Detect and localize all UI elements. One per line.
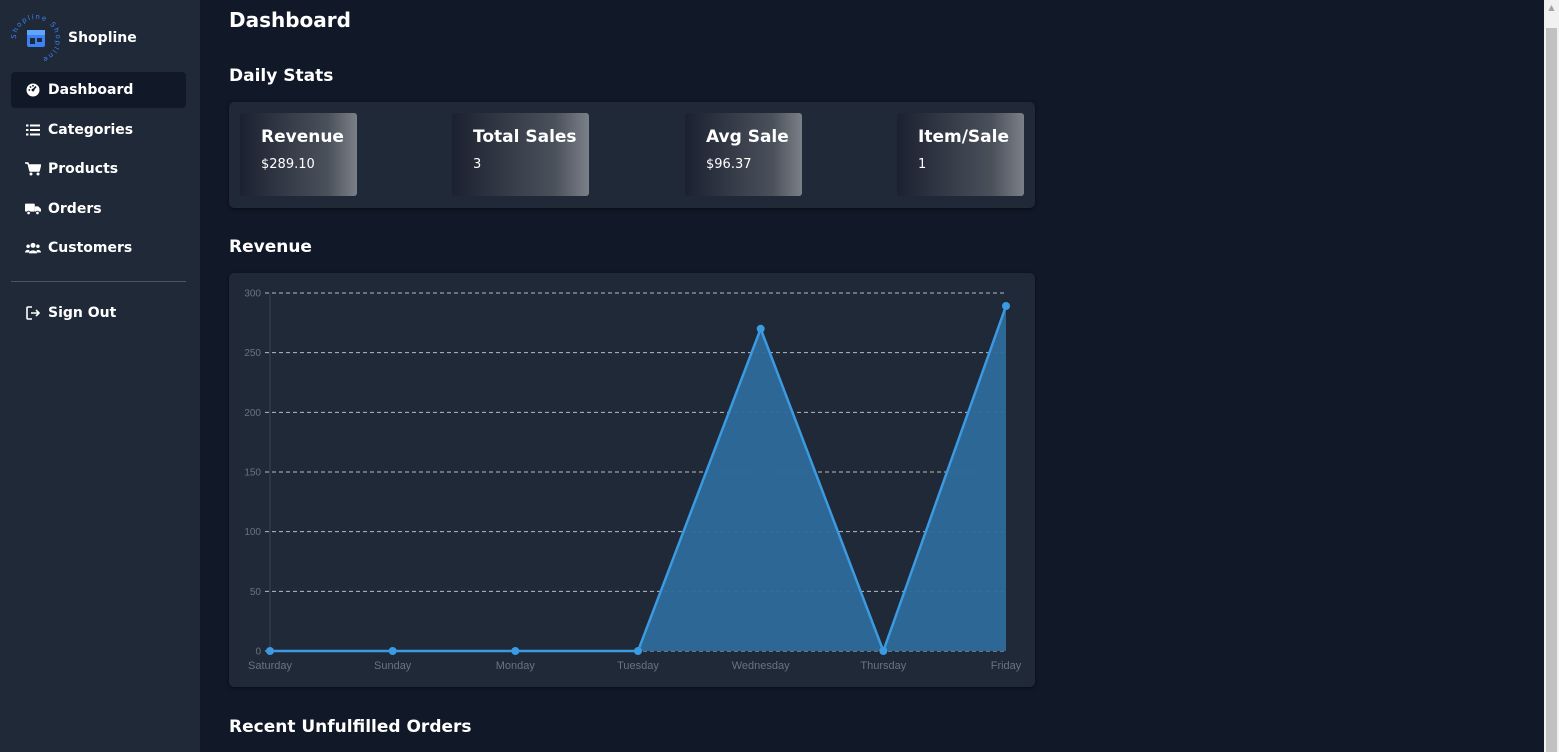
y-tick-label: 300 [244,289,261,300]
data-point-monday [511,647,520,655]
sidebar-item-label: Customers [48,240,133,256]
shop-logo-icon: Shopline Shopline [10,13,62,65]
recent-orders-title: Recent Unfulfilled Orders [229,717,472,737]
sidebar-item-categories[interactable]: Categories [11,112,186,148]
daily-stats-title: Daily Stats [229,66,334,86]
users-icon [25,240,41,256]
data-point-thursday [879,647,888,655]
y-tick-label: 100 [244,527,261,538]
y-tick-label: 0 [255,647,261,658]
sidebar-item-label: Dashboard [48,82,134,98]
sidebar-item-customers[interactable]: Customers [11,230,186,266]
sidebar-item-products[interactable]: Products [11,151,186,187]
y-tick-label: 150 [244,468,261,479]
x-tick-label: Thursday [860,660,906,672]
y-tick-label: 50 [250,587,262,598]
revenue-chart-panel: 0 50 100 150 200 250 300 Saturday Sunday Monday Tu… [229,273,1035,687]
revenue-chart: 0 50 100 150 200 250 300 Saturday Sunday Monday Tu… [244,289,1022,673]
page-title: Dashboard [229,8,351,32]
x-tick-label: Monday [496,660,536,672]
stat-label: Avg Sale [706,127,789,147]
stat-value: 3 [473,157,482,172]
data-point-wednesday [756,324,765,333]
x-tick-label: Sunday [374,660,412,672]
sidebar-item-label: Orders [48,200,102,217]
scrollbar-thumb[interactable] [1546,28,1557,752]
brand[interactable]: Shopline Shopline Shopline [10,13,137,65]
sidebar-item-dashboard[interactable]: Dashboard [11,72,186,108]
stat-label: Total Sales [473,127,577,147]
x-tick-label: Tuesday [617,660,659,672]
sidebar-item-label: Categories [48,121,134,138]
y-tick-label: 200 [244,408,261,419]
data-point-tuesday [634,647,642,655]
y-tick-label: 250 [244,348,261,359]
x-tick-label: Saturday [248,660,293,672]
data-point-friday [1002,302,1010,311]
stat-value: $96.37 [706,157,752,172]
sign-out-icon [25,305,41,321]
stat-value: 1 [918,157,927,172]
stat-card-item-sale: Item/Sale 1 [897,113,1024,196]
data-point-sunday [388,647,397,655]
stat-card-total-sales: Total Sales 3 [452,113,589,196]
list-icon [25,122,41,138]
stat-card-avg-sale: Avg Sale $96.37 [685,113,802,196]
sidebar-divider [11,281,186,282]
scroll-up-icon[interactable]: ▲ [1544,0,1559,15]
sidebar-item-orders[interactable]: Orders [11,191,186,227]
revenue-line [270,305,1008,653]
sign-out-button[interactable]: Sign Out [11,295,186,331]
app: Shopline Shopline Shopline Dashboard Cat… [0,0,1559,752]
signout-wrapper: Sign Out [11,295,186,335]
brand-name: Shopline [68,30,137,46]
gauge-icon [25,82,41,98]
sidebar-nav: Dashboard Categories Products Orders Cus… [11,72,186,270]
stat-label: Item/Sale [918,127,1009,147]
revenue-area [270,306,1006,651]
cart-icon [25,161,41,177]
x-tick-label: Wednesday [732,660,790,672]
data-point-saturday [266,647,274,655]
stat-label: Revenue [261,127,344,147]
x-tick-label: Friday [991,660,1022,672]
stat-card-revenue: Revenue $289.10 [240,113,357,196]
sign-out-label: Sign Out [48,305,117,321]
stat-value: $289.10 [261,157,315,172]
sidebar-item-label: Products [48,161,119,177]
sidebar: Shopline Shopline Shopline Dashboard Cat… [0,0,200,752]
page-scrollbar[interactable]: ▲ [1544,0,1559,752]
revenue-title: Revenue [229,237,312,257]
truck-icon [25,201,41,217]
daily-stats-panel: Revenue $289.10 Total Sales 3 Avg Sale $… [229,102,1035,208]
